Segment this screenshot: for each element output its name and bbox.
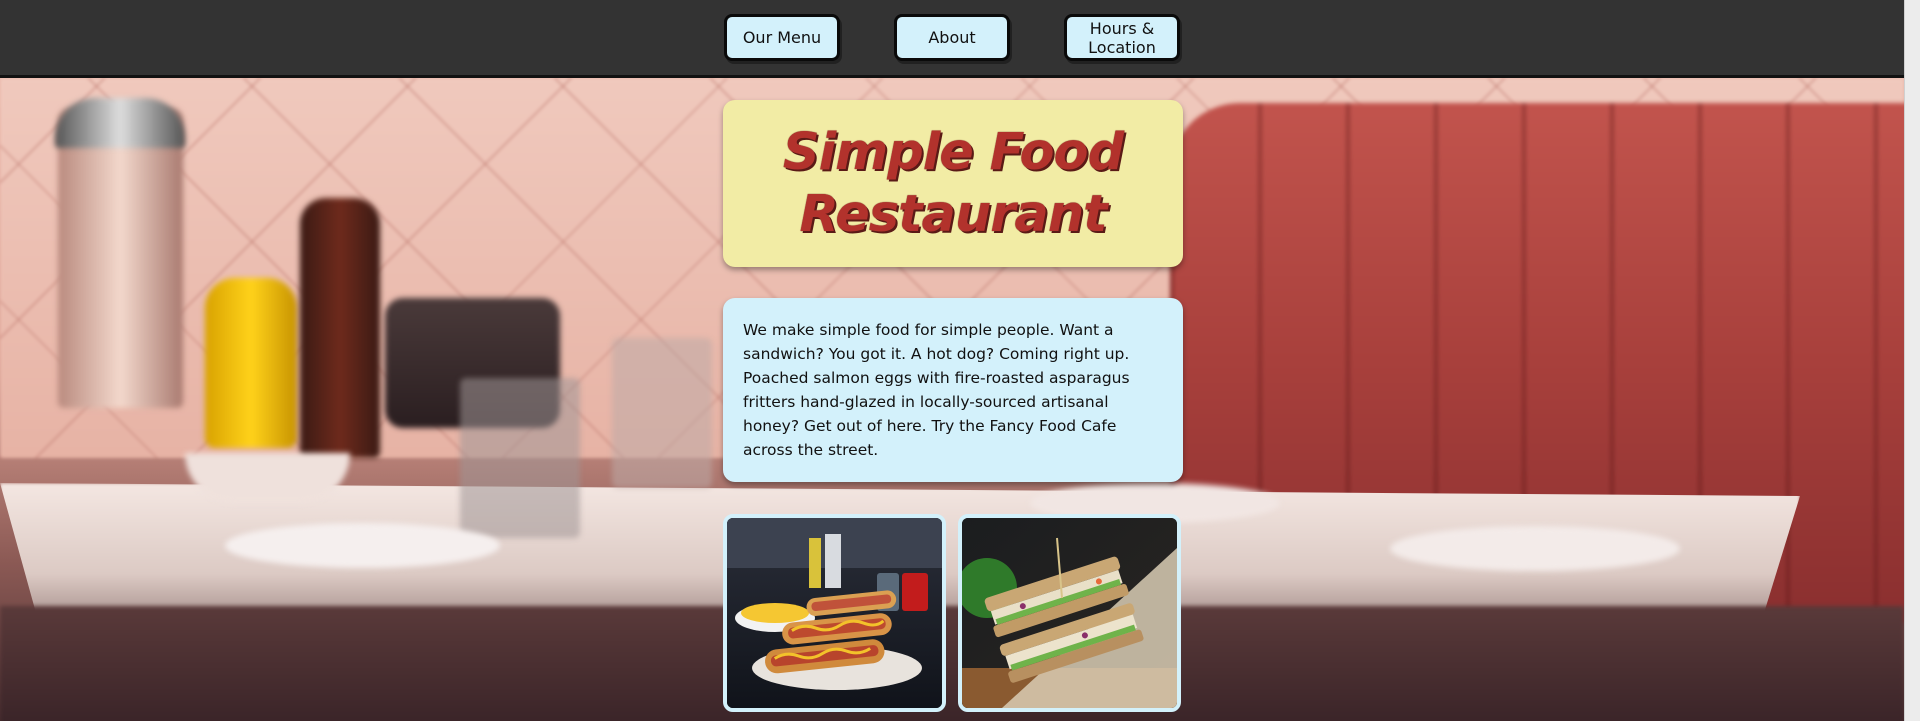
- description-card: We make simple food for simple people. W…: [723, 298, 1183, 482]
- plate-left: [225, 523, 500, 568]
- straw-dispenser: [58, 108, 183, 408]
- hot-dogs-photo: [723, 514, 946, 712]
- sandwich-photo: [958, 514, 1181, 712]
- nav-our-menu-button[interactable]: Our Menu: [724, 14, 840, 61]
- nav-about-button[interactable]: About: [894, 14, 1010, 61]
- bowl: [185, 453, 350, 503]
- mustard-bottle: [205, 278, 297, 448]
- nav-our-menu-label: Our Menu: [742, 28, 822, 47]
- title-card: Simple Food Restaurant: [723, 100, 1183, 267]
- description-text: We make simple food for simple people. W…: [743, 321, 1130, 459]
- glass-right: [612, 338, 712, 488]
- page-title: Simple Food Restaurant: [782, 122, 1124, 244]
- nav-hours-location-label: Hours & Location: [1088, 18, 1156, 57]
- dispenser-lid: [55, 98, 185, 148]
- top-navigation-bar: Our Menu About Hours & Location: [0, 0, 1904, 78]
- table-edge: [0, 606, 1904, 721]
- plate-right: [1390, 526, 1680, 571]
- nav-hours-location-button[interactable]: Hours & Location: [1064, 14, 1180, 61]
- page-scrollbar[interactable]: [1904, 0, 1920, 721]
- water-glass: [460, 378, 580, 538]
- nav-about-label: About: [928, 28, 976, 47]
- ketchup-bottle: [300, 198, 380, 458]
